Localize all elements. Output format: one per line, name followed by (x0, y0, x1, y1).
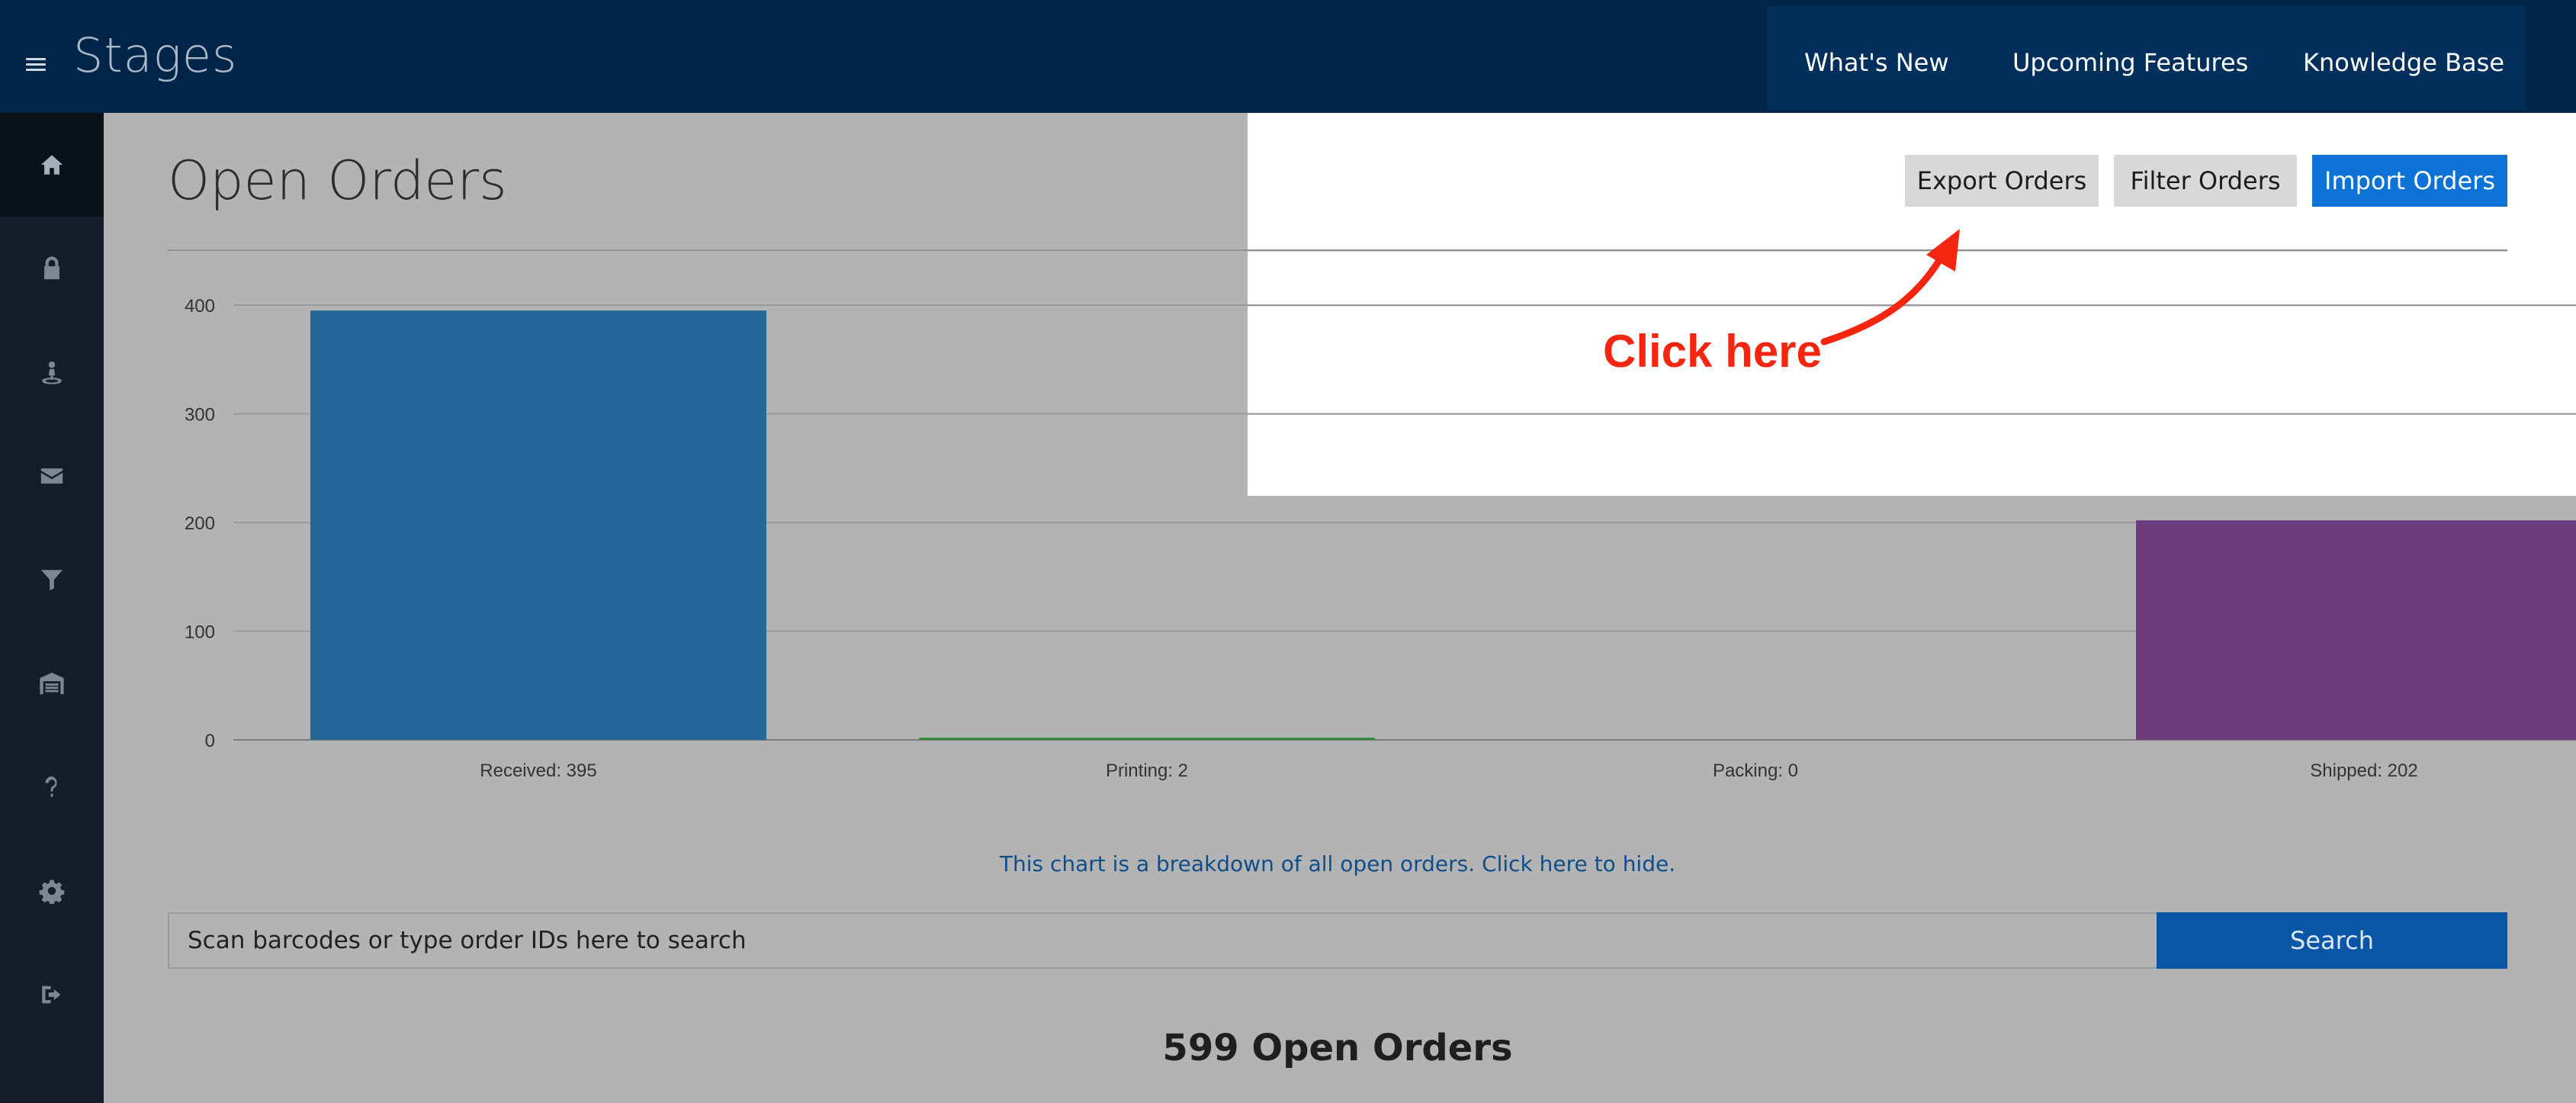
x-tick-label: Shipped: 202 (2310, 761, 2417, 781)
nav-upcoming-features[interactable]: Upcoming Features (2012, 48, 2248, 77)
orders-chart[interactable]: 0 100 200 300 400 Received: 395 Printing: 2 Pac… (0, 275, 2576, 793)
top-nav: What's New Upcoming Features Knowledge B… (1768, 6, 2526, 110)
annotation-arrow-icon (1820, 229, 1960, 346)
page-title: Open Orders (168, 150, 507, 212)
bar-received[interactable] (310, 310, 766, 740)
home-icon (40, 155, 63, 175)
hamburger-menu-icon[interactable] (26, 58, 46, 72)
title-divider (168, 249, 2507, 251)
y-tick-label: 100 (185, 622, 215, 643)
x-tick-label: Printing: 2 (1106, 761, 1188, 781)
click-here-annotation: Click here (1603, 326, 1822, 377)
brand-title: Stages (73, 27, 238, 83)
y-tick-label: 300 (185, 405, 215, 426)
sidebar-item-home[interactable] (0, 113, 104, 217)
search-button[interactable]: Search (2157, 912, 2507, 969)
y-tick-label: 400 (185, 296, 215, 317)
open-orders-count: 599 Open Orders (1162, 1027, 1513, 1069)
y-tick-label: 0 (205, 731, 215, 751)
export-orders-button[interactable]: Export Orders (1905, 155, 2099, 207)
x-tick-label: Packing: 0 (1713, 761, 1798, 781)
sign-out-icon (42, 986, 61, 1004)
bar-printing[interactable] (919, 738, 1375, 740)
chart-toggle-link[interactable]: This chart is a breakdown of all open or… (0, 851, 2576, 876)
gear-icon (39, 880, 65, 904)
nav-knowledge-base[interactable]: Knowledge Base (2303, 48, 2504, 77)
filter-orders-button[interactable]: Filter Orders (2114, 155, 2297, 207)
nav-whats-new[interactable]: What's New (1804, 48, 1949, 77)
top-bar: Stages What's New Upcoming Features Know… (0, 0, 2576, 113)
bar-shipped[interactable] (2136, 520, 2576, 740)
y-tick-label: 200 (185, 513, 215, 534)
search-input[interactable] (168, 912, 2158, 969)
x-tick-label: Received: 395 (480, 761, 596, 781)
import-orders-button[interactable]: Import Orders (2312, 155, 2507, 207)
